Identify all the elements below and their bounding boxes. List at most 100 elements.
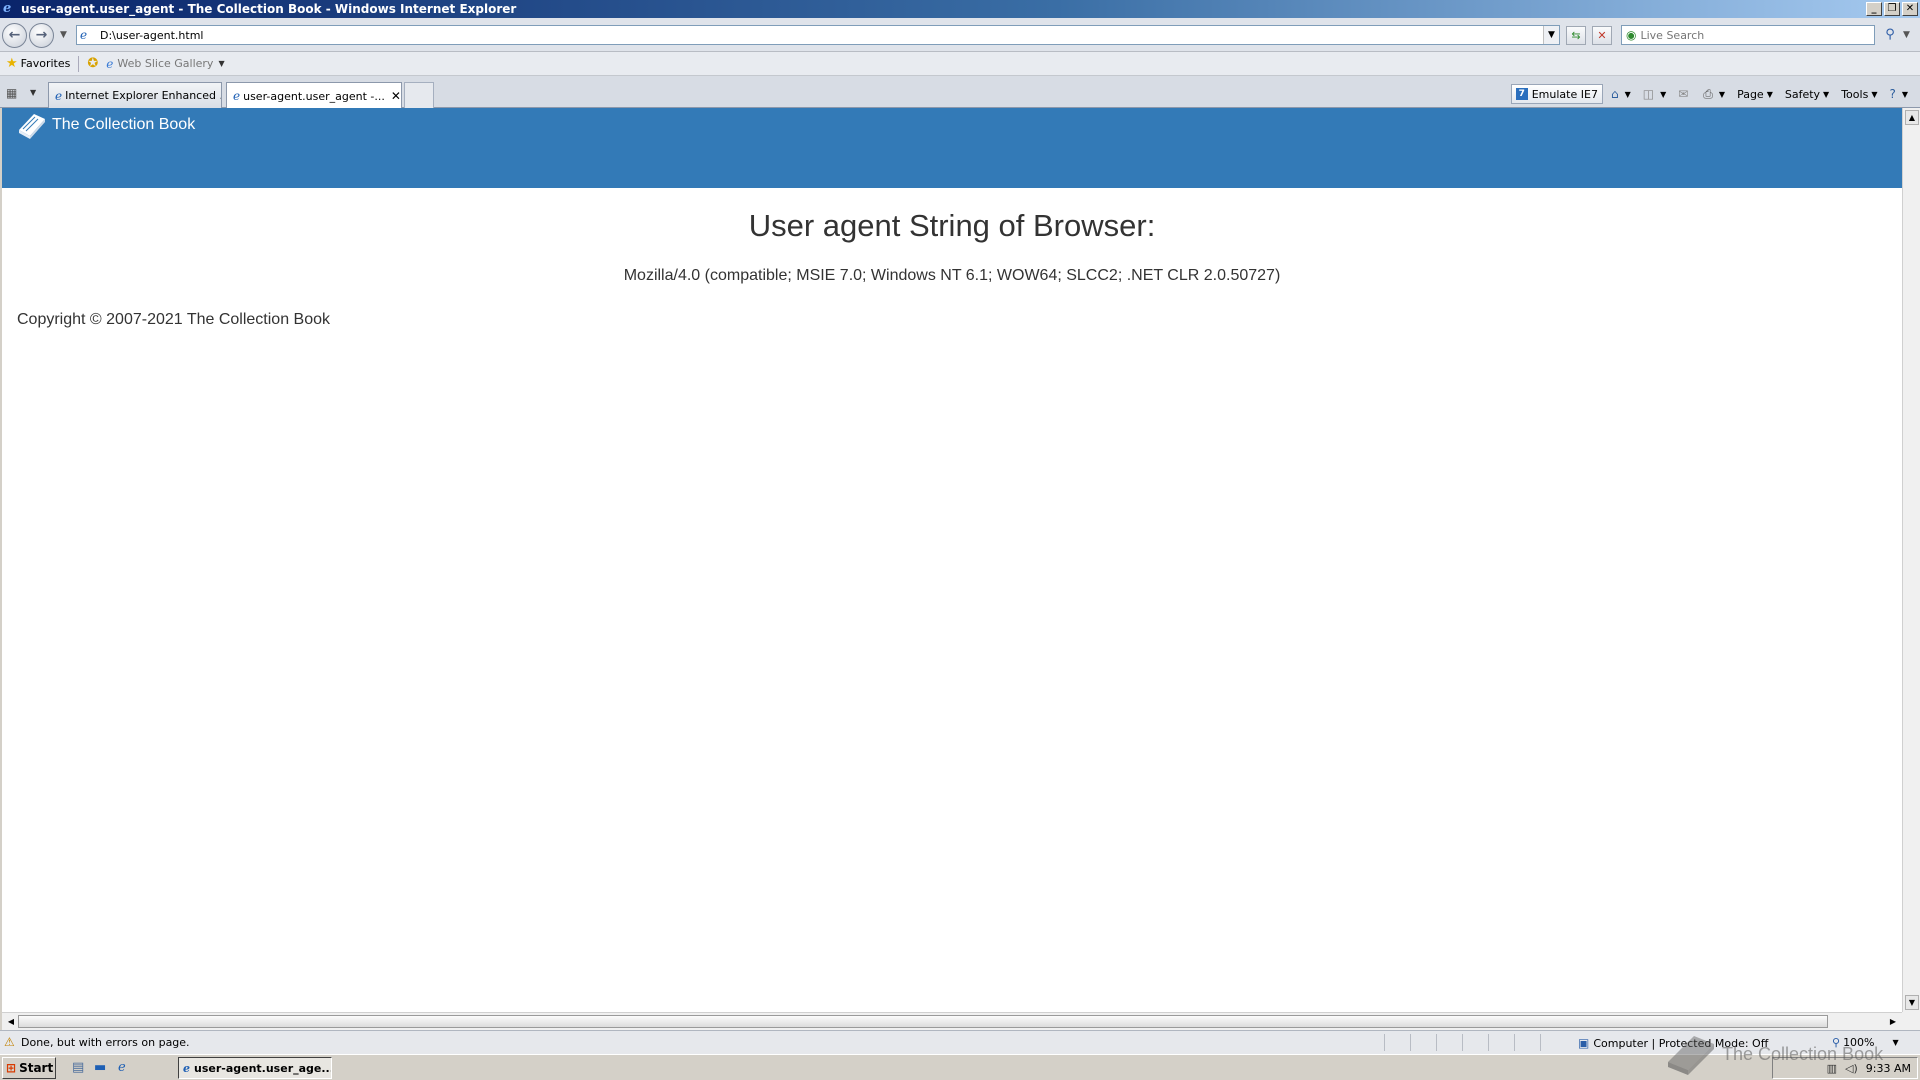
site-header: The Collection Book xyxy=(2,108,1902,188)
forward-button[interactable]: → xyxy=(29,23,54,48)
status-text: Done, but with errors on page. xyxy=(21,1036,190,1049)
star-icon: ★ xyxy=(6,56,18,71)
watermark: The Collection Book xyxy=(1664,1030,1883,1078)
tools-menu-label: Tools xyxy=(1841,87,1869,101)
scroll-right-arrow[interactable]: ▶ xyxy=(1886,1015,1900,1029)
favorites-button[interactable]: Favorites xyxy=(21,57,71,70)
safety-menu[interactable]: Safety ▼ xyxy=(1781,84,1833,104)
page-title: User agent String of Browser: xyxy=(748,208,1156,243)
start-button[interactable]: ⊞ Start xyxy=(2,1057,56,1079)
book-icon xyxy=(19,114,45,139)
search-options-dropdown[interactable]: ▼ xyxy=(1903,30,1910,40)
computer-icon: ▣ xyxy=(1578,1036,1590,1050)
read-mail-button[interactable]: ✉ xyxy=(1674,84,1695,104)
status-bar: ⚠ Done, but with errors on page. ▣ Compu… xyxy=(0,1030,1920,1054)
start-label: Start xyxy=(19,1061,54,1075)
window-controls: _ ❐ ✕ xyxy=(1866,2,1918,16)
status-pane xyxy=(1462,1034,1488,1051)
search-icon: ⚲ xyxy=(1885,27,1895,42)
chevron-down-icon: ▼ xyxy=(1823,89,1830,99)
web-slice-gallery-link[interactable]: Web Slice Gallery xyxy=(117,57,213,70)
watermark-text: The Collection Book xyxy=(1722,1043,1884,1064)
web-slice-icon: e xyxy=(106,56,114,71)
ie-quicklaunch-icon[interactable]: e xyxy=(118,1060,126,1075)
home-icon: ⌂ xyxy=(1610,87,1619,101)
chevron-down-icon[interactable]: ▼ xyxy=(218,59,224,68)
tools-menu[interactable]: Tools ▼ xyxy=(1837,84,1881,104)
chevron-down-icon[interactable]: ▼ xyxy=(1893,1038,1899,1047)
taskbar-button-ie[interactable]: e user-agent.user_age... xyxy=(178,1057,332,1079)
search-box[interactable]: ◉ xyxy=(1621,25,1875,45)
scroll-left-arrow[interactable]: ◀ xyxy=(4,1015,18,1029)
horizontal-scrollbar[interactable]: ◀ ▶ xyxy=(2,1012,1902,1030)
rss-icon: ◫ xyxy=(1642,87,1655,101)
scrollbar-corner xyxy=(1902,1012,1920,1030)
server-manager-icon[interactable]: ▤ xyxy=(72,1060,84,1075)
status-pane xyxy=(1384,1034,1410,1051)
back-arrow-icon: ← xyxy=(8,27,21,43)
status-pane xyxy=(1514,1034,1540,1051)
page-menu[interactable]: Page ▼ xyxy=(1733,84,1777,104)
vertical-scrollbar[interactable]: ▲ ▼ xyxy=(1902,108,1920,1012)
search-input[interactable] xyxy=(1640,28,1874,42)
ie-icon: e xyxy=(55,88,63,103)
address-url[interactable]: D:\user-agent.html xyxy=(100,29,1543,42)
tab-label: Internet Explorer Enhanced ... xyxy=(65,89,222,102)
new-tab-button[interactable] xyxy=(404,82,434,108)
warning-icon[interactable]: ⚠ xyxy=(4,1035,15,1049)
windows-flag-icon: ⊞ xyxy=(6,1061,17,1075)
print-button[interactable]: ⎙ ▼ xyxy=(1699,84,1729,104)
back-button[interactable]: ← xyxy=(2,23,27,48)
quick-tabs-icon[interactable]: ▦ xyxy=(6,85,22,101)
forward-arrow-icon: → xyxy=(35,27,48,43)
live-search-icon: ◉ xyxy=(1626,28,1637,42)
ie-icon: e xyxy=(233,89,241,103)
compatibility-icon: 7 xyxy=(1515,88,1528,100)
restore-button[interactable]: ❐ xyxy=(1884,2,1900,16)
horizontal-scroll-thumb[interactable] xyxy=(18,1015,1828,1028)
site-brand-link[interactable]: The Collection Book xyxy=(16,110,195,140)
minimize-button[interactable]: _ xyxy=(1866,2,1882,16)
chevron-down-icon[interactable]: ▼ xyxy=(1625,90,1631,99)
stop-button[interactable]: ✕ xyxy=(1592,26,1612,45)
help-menu[interactable]: ? ▼ xyxy=(1885,84,1912,104)
scroll-down-arrow[interactable]: ▼ xyxy=(1905,995,1919,1010)
tab-list-dropdown[interactable]: ▼ xyxy=(30,88,36,97)
tab-user-agent[interactable]: e user-agent.user_agent -... ✕ xyxy=(226,82,402,109)
search-button[interactable]: ⚲ xyxy=(1880,26,1900,45)
favorites-separator xyxy=(78,55,80,72)
scroll-up-arrow[interactable]: ▲ xyxy=(1905,110,1919,125)
watermark-book-icon xyxy=(1668,1036,1714,1075)
close-tab-icon[interactable]: ✕ xyxy=(385,89,401,103)
status-pane xyxy=(1436,1034,1462,1051)
refresh-icon: ⇆ xyxy=(1571,29,1581,42)
page-viewport: The Collection Book User agent String of… xyxy=(2,108,1902,1012)
help-icon: ? xyxy=(1889,87,1896,101)
show-desktop-icon[interactable]: ▬ xyxy=(94,1060,106,1075)
refresh-button[interactable]: ⇆ xyxy=(1566,26,1586,45)
command-bar: 7 Emulate IE7 ⌂ ▼ ◫ ▼ ✉ ⎙ ▼ Page ▼ Safety ▼ T… xyxy=(1510,83,1912,105)
window-title-bar[interactable]: e user-agent.user_agent - The Collection… xyxy=(0,0,1920,18)
chevron-down-icon[interactable]: ▼ xyxy=(1660,90,1666,99)
tab-ie-enhanced-security[interactable]: e Internet Explorer Enhanced ... xyxy=(48,82,222,108)
ie-page-icon: e xyxy=(80,28,88,42)
chevron-down-icon: ▼ xyxy=(1871,89,1878,99)
print-icon: ⎙ xyxy=(1703,86,1713,101)
home-button[interactable]: ⌂ ▼ xyxy=(1607,84,1635,104)
address-dropdown[interactable]: ▼ xyxy=(1543,26,1559,44)
chevron-down-icon[interactable]: ▼ xyxy=(1719,90,1725,99)
emulate-label: Emulate IE7 xyxy=(1531,87,1598,101)
address-bar[interactable]: e D:\user-agent.html ▼ xyxy=(76,25,1560,45)
favorites-bar: ★ Favorites ✪ e Web Slice Gallery ▼ xyxy=(0,52,1920,76)
brand-name: The Collection Book xyxy=(52,116,196,133)
address-toolbar: ← → ▼ e D:\user-agent.html ▼ ⇆ ✕ ◉ ⚲ ▼ xyxy=(0,18,1920,52)
status-pane xyxy=(1410,1034,1436,1051)
task-label: user-agent.user_age... xyxy=(194,1061,332,1075)
feeds-button[interactable]: ◫ ▼ xyxy=(1639,84,1671,104)
add-to-favorites-icon[interactable]: ✪ xyxy=(87,56,98,71)
emulate-ie7-button[interactable]: 7 Emulate IE7 xyxy=(1510,84,1603,104)
close-window-button[interactable]: ✕ xyxy=(1902,2,1918,16)
recent-pages-dropdown[interactable]: ▼ xyxy=(60,30,67,40)
user-agent-string: Mozilla/4.0 (compatible; MSIE 7.0; Windo… xyxy=(623,267,1281,284)
safety-menu-label: Safety xyxy=(1784,87,1821,101)
